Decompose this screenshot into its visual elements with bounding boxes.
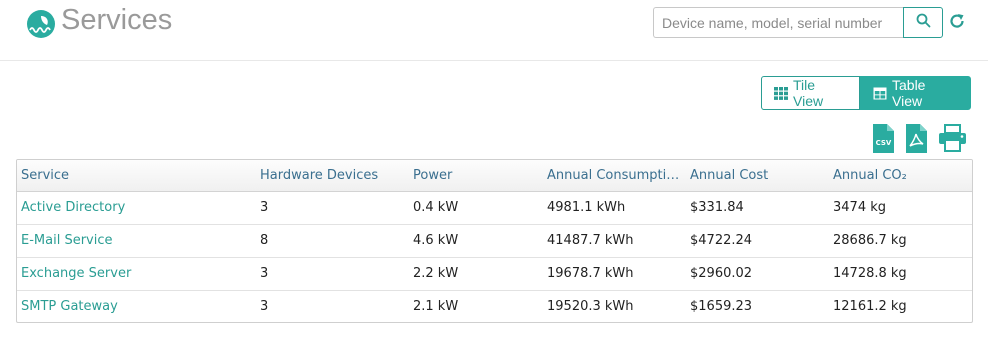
app-header: Services	[0, 0, 988, 61]
export-toolbar: CSV	[872, 124, 968, 154]
co2-cell: 3474 kg	[833, 200, 886, 215]
column-header-power[interactable]: Power	[409, 160, 543, 192]
column-header-annual-consumption[interactable]: Annual Consumpti…	[543, 160, 686, 192]
consumption-cell: 41487.7 kWh	[547, 233, 634, 248]
co2-cell: 14728.8 kg	[833, 266, 907, 281]
column-header-annual-cost[interactable]: Annual Cost	[686, 160, 829, 192]
table-header-row: Service Hardware Devices Power Annual Co…	[17, 160, 972, 192]
cost-cell: $4722.24	[690, 233, 753, 248]
consumption-cell: 19678.7 kWh	[547, 266, 634, 281]
service-link[interactable]: E-Mail Service	[17, 224, 256, 257]
cost-cell: $2960.02	[690, 266, 753, 281]
consumption-cell: 4981.1 kWh	[547, 200, 626, 215]
consumption-cell: 19520.3 kWh	[547, 299, 634, 315]
service-link[interactable]: Active Directory	[17, 191, 256, 224]
power-cell: 2.1 kW	[413, 299, 459, 315]
tile-view-label: Tile View	[793, 77, 824, 109]
table-icon	[873, 87, 887, 100]
hardware-devices-cell: 3	[260, 299, 269, 315]
search-input[interactable]	[653, 7, 903, 38]
leaf-wave-logo-icon	[26, 9, 56, 39]
svg-text:CSV: CSV	[876, 139, 892, 147]
grid-icon	[774, 86, 788, 100]
table-row[interactable]: E-Mail Service 8 4.6 kW 41487.7 kWh $472…	[17, 224, 972, 257]
power-cell: 4.6 kW	[413, 233, 459, 248]
pdf-icon[interactable]	[906, 124, 927, 157]
table-view-label: Table View	[892, 77, 926, 109]
co2-cell: 28686.7 kg	[833, 233, 907, 248]
search-icon	[916, 13, 931, 32]
page-title: Services	[61, 4, 173, 36]
search-button[interactable]	[903, 7, 943, 38]
refresh-button[interactable]	[946, 12, 968, 34]
column-header-service[interactable]: Service	[17, 160, 256, 192]
csv-icon[interactable]: CSV	[873, 124, 894, 157]
cost-cell: $331.84	[690, 200, 744, 215]
power-cell: 2.2 kW	[413, 266, 459, 281]
service-link[interactable]: SMTP Gateway	[17, 290, 256, 322]
hardware-devices-cell: 8	[260, 233, 269, 248]
view-toggle: Tile View Table View	[761, 76, 971, 110]
cost-cell: $1659.23	[690, 299, 753, 315]
refresh-icon	[948, 12, 966, 34]
tile-view-button[interactable]: Tile View	[761, 76, 860, 110]
print-icon[interactable]	[939, 124, 966, 156]
hardware-devices-cell: 3	[260, 200, 269, 215]
services-table: Service Hardware Devices Power Annual Co…	[16, 159, 973, 323]
co2-cell: 12161.2 kg	[833, 299, 907, 315]
service-link[interactable]: Exchange Server	[17, 257, 256, 290]
table-row[interactable]: Active Directory 3 0.4 kW 4981.1 kWh $33…	[17, 191, 972, 224]
table-row[interactable]: SMTP Gateway 3 2.1 kW 19520.3 kWh $1659.…	[17, 290, 972, 322]
column-header-annual-co2[interactable]: Annual CO₂	[829, 160, 972, 192]
column-header-hardware-devices[interactable]: Hardware Devices	[256, 160, 409, 192]
power-cell: 0.4 kW	[413, 200, 459, 215]
hardware-devices-cell: 3	[260, 266, 269, 281]
table-view-button[interactable]: Table View	[860, 76, 971, 110]
table-row[interactable]: Exchange Server 3 2.2 kW 19678.7 kWh $29…	[17, 257, 972, 290]
